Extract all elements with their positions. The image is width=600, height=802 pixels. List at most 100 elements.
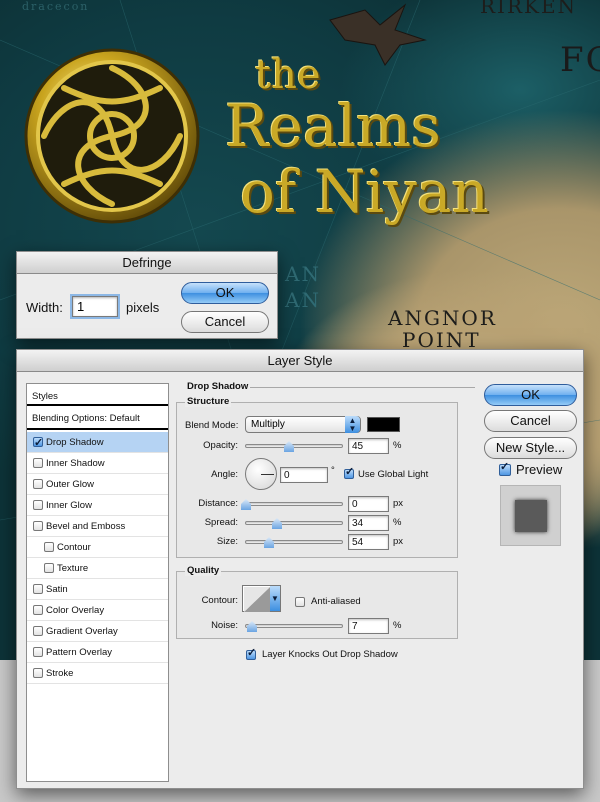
opacity-unit: %: [393, 440, 402, 451]
style-item-texture[interactable]: Texture: [27, 558, 168, 579]
stroke-checkbox[interactable]: [33, 668, 43, 678]
layer-style-dialog: Layer Style Styles Blending Options: Def…: [16, 349, 584, 789]
angle-unit: °: [331, 465, 335, 476]
defringe-title: Defringe: [17, 252, 277, 274]
opacity-slider[interactable]: [245, 444, 343, 448]
use-global-light-checkbox[interactable]: [344, 465, 354, 479]
noise-unit: %: [393, 620, 402, 631]
defringe-ok-button[interactable]: OK: [181, 282, 269, 304]
map-label-dracecon: dracecon: [22, 0, 90, 13]
preview-swatch: [500, 485, 561, 546]
quality-group: Quality Contour: ▼ Anti-aliased Noise: %: [176, 565, 458, 639]
layer-knocks-out-checkbox[interactable]: [246, 646, 256, 660]
noise-label: Noise:: [211, 620, 238, 631]
layer-style-title: Layer Style: [17, 350, 583, 372]
style-item-gradient-overlay[interactable]: Gradient Overlay: [27, 621, 168, 642]
contour-checkbox[interactable]: [44, 542, 54, 552]
use-global-light-label: Use Global Light: [358, 469, 429, 480]
style-item-pattern-overlay[interactable]: Pattern Overlay: [27, 642, 168, 663]
style-item-outer-glow[interactable]: Outer Glow: [27, 474, 168, 495]
style-item-inner-shadow[interactable]: Inner Shadow: [27, 453, 168, 474]
inner-shadow-checkbox[interactable]: [33, 458, 43, 468]
bevel-emboss-checkbox[interactable]: [33, 521, 43, 531]
section-divider: [250, 387, 475, 388]
map-label-angnor: ANGNOR: [388, 306, 497, 330]
anti-aliased-checkbox[interactable]: [295, 597, 305, 607]
size-label: Size:: [216, 536, 238, 547]
blending-options-item[interactable]: Blending Options: Default: [27, 408, 168, 430]
structure-group: Structure Blend Mode: Multiply ▲ ▼ Opacit…: [176, 396, 458, 558]
blend-mode-select[interactable]: Multiply ▲ ▼: [245, 416, 361, 433]
map-label-an-2: AN: [285, 288, 321, 312]
inner-glow-checkbox[interactable]: [33, 500, 43, 510]
style-item-stroke[interactable]: Stroke: [27, 663, 168, 684]
defringe-width-label: Width:: [26, 300, 63, 315]
color-overlay-checkbox[interactable]: [33, 605, 43, 615]
structure-group-title: Structure: [185, 396, 232, 407]
defringe-dialog: Defringe Width: pixels OK Cancel: [16, 251, 278, 339]
layer-knocks-out-label: Layer Knocks Out Drop Shadow: [262, 649, 398, 660]
ok-button[interactable]: OK: [484, 384, 577, 406]
style-item-drop-shadow[interactable]: Drop Shadow: [27, 432, 168, 454]
size-unit: px: [393, 536, 404, 547]
map-label-rirken: RIRKEN: [480, 0, 578, 18]
preview-checkbox[interactable]: [499, 460, 511, 476]
title-art-line-1: the: [255, 52, 321, 98]
styles-list-header[interactable]: Styles: [27, 386, 168, 406]
spread-unit: %: [393, 517, 402, 528]
shadow-color-fill: [368, 418, 399, 431]
outer-glow-checkbox[interactable]: [33, 479, 43, 489]
spread-input[interactable]: [348, 515, 389, 531]
opacity-slider-thumb[interactable]: [284, 441, 294, 452]
distance-slider-thumb[interactable]: [241, 499, 251, 510]
preview-label: Preview: [516, 462, 563, 477]
drop-shadow-checkbox[interactable]: [33, 433, 43, 454]
style-item-inner-glow[interactable]: Inner Glow: [27, 495, 168, 516]
title-art-line-2: Realms: [225, 92, 441, 160]
defringe-unit-label: pixels: [126, 300, 160, 315]
distance-unit: px: [393, 498, 404, 509]
style-item-contour[interactable]: Contour: [27, 537, 168, 558]
defringe-width-input[interactable]: [70, 294, 120, 319]
cancel-button[interactable]: Cancel: [484, 410, 577, 432]
angle-dial[interactable]: [245, 458, 277, 490]
styles-list: Styles Blending Options: Default Drop Sh…: [26, 383, 169, 782]
distance-input[interactable]: [348, 496, 389, 512]
size-slider[interactable]: [245, 540, 343, 544]
contour-dropdown-arrow-icon: ▼: [270, 586, 280, 611]
spread-slider-thumb[interactable]: [272, 518, 282, 529]
satin-checkbox[interactable]: [33, 584, 43, 594]
size-input[interactable]: [348, 534, 389, 550]
spread-label: Spread:: [204, 517, 238, 528]
noise-slider[interactable]: [245, 624, 343, 628]
style-item-satin[interactable]: Satin: [27, 579, 168, 600]
anti-aliased-label: Anti-aliased: [311, 596, 361, 607]
distance-slider[interactable]: [245, 502, 343, 506]
opacity-input[interactable]: [348, 438, 389, 454]
select-arrows-icon: ▲ ▼: [345, 416, 360, 433]
map-label-for: FOR: [560, 40, 600, 80]
blend-mode-label: Blend Mode:: [185, 420, 239, 431]
style-item-bevel-emboss[interactable]: Bevel and Emboss: [27, 516, 168, 537]
preview-swatch-sample: [515, 500, 547, 532]
defringe-cancel-button[interactable]: Cancel: [181, 311, 269, 333]
noise-input[interactable]: [348, 618, 389, 634]
angle-dial-needle: [261, 474, 274, 475]
size-slider-thumb[interactable]: [264, 537, 274, 548]
angle-input[interactable]: [280, 467, 328, 483]
style-item-color-overlay[interactable]: Color Overlay: [27, 600, 168, 621]
shadow-color-swatch[interactable]: [367, 417, 400, 432]
new-style-button[interactable]: New Style...: [484, 437, 577, 459]
pattern-overlay-checkbox[interactable]: [33, 647, 43, 657]
drop-shadow-section-title: Drop Shadow: [187, 381, 249, 392]
spread-slider[interactable]: [245, 521, 343, 525]
distance-label: Distance:: [198, 498, 238, 509]
blend-mode-value: Multiply: [251, 419, 285, 430]
opacity-label: Opacity:: [203, 440, 238, 451]
texture-checkbox[interactable]: [44, 563, 54, 573]
celtic-medallion-logo: [24, 48, 200, 224]
contour-picker[interactable]: ▼: [242, 585, 281, 612]
noise-slider-thumb[interactable]: [247, 621, 257, 632]
map-label-an-1: AN: [285, 262, 321, 286]
gradient-overlay-checkbox[interactable]: [33, 626, 43, 636]
